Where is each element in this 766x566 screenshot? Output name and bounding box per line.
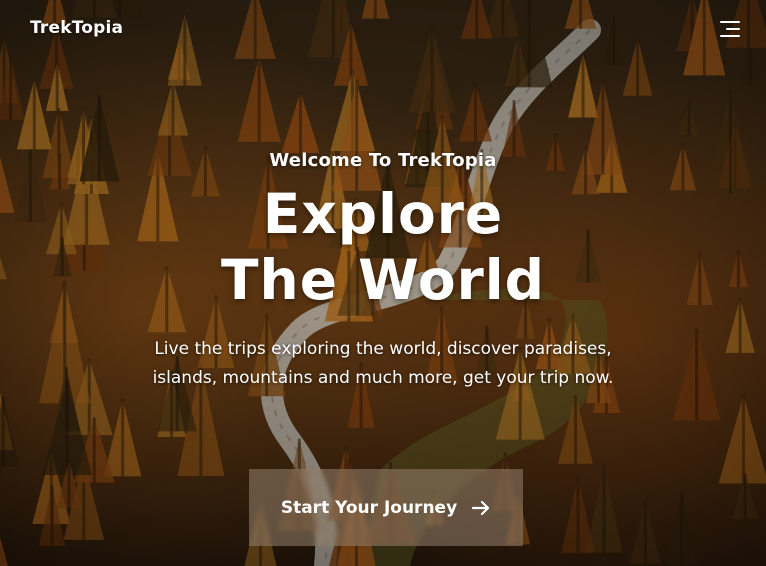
hero-headline: Explore The World [0,181,766,313]
headline-line-1: Explore [262,182,504,246]
hero-subtitle: Live the trips exploring the world, disc… [152,339,614,388]
arrow-right-icon [472,500,490,515]
brand-logo[interactable]: TrekTopia [30,18,123,38]
headline-line-2: The World [221,248,545,312]
hamburger-menu-icon[interactable] [716,18,744,40]
top-navigation: TrekTopia [0,0,766,60]
hero-section: TrekTopia Welcome To TrekTopia Explore T… [0,0,766,566]
start-journey-label: Start Your Journey [280,497,458,518]
welcome-heading: Welcome To TrekTopia [269,150,497,171]
start-journey-button[interactable]: Start Your Journey [249,469,523,546]
menu-line [720,35,740,37]
hero-content: Welcome To TrekTopia Explore The World L… [0,150,766,393]
menu-line [726,28,740,30]
menu-line [720,21,740,23]
